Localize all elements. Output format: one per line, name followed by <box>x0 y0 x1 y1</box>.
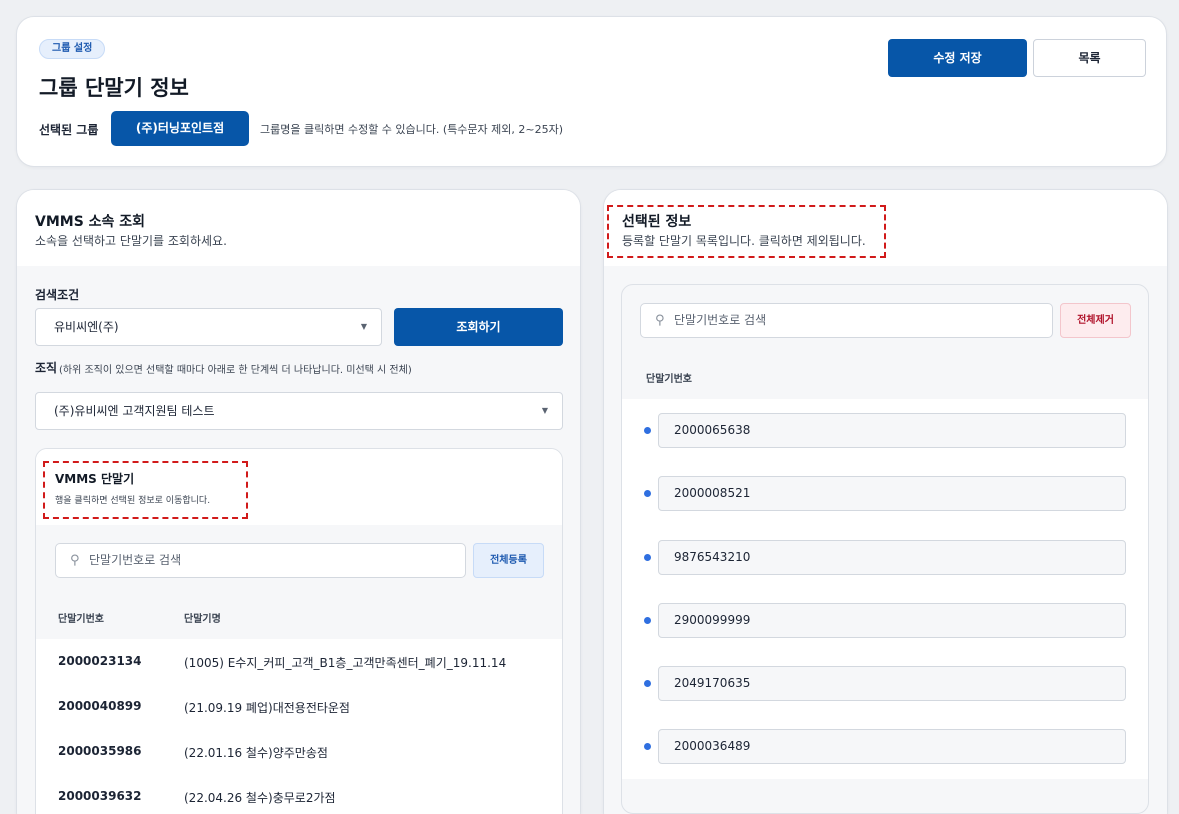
bullet-icon <box>644 617 651 624</box>
terminal-name: (22.01.16 철수)양주만송점 <box>184 746 328 760</box>
selected-info-panel: 선택된 정보 등록할 단말기 목록입니다. 클릭하면 제외됩니다. ⚲ 단말기번… <box>603 189 1168 814</box>
panel-title: 선택된 정보 <box>622 214 692 230</box>
list-item[interactable]: 2000065638 <box>622 413 1148 449</box>
terminal-number: 2000023134 <box>58 654 142 668</box>
vmms-terminal-box: VMMS 단말기 행을 클릭하면 선택된 정보로 이동합니다. ⚲ 단말기번호로… <box>35 448 563 814</box>
org-hint: (하위 조직이 있으면 선택할 때마다 아래로 한 단계씩 더 나타납니다. 미… <box>59 365 412 376</box>
column-header-number: 단말기번호 <box>58 614 104 625</box>
list-item[interactable]: 2900099999 <box>622 603 1148 639</box>
panel-subtitle: 소속을 선택하고 단말기를 조회하세요. <box>35 234 227 248</box>
bullet-icon <box>644 554 651 561</box>
column-header-number: 단말기번호 <box>646 374 692 385</box>
list-item[interactable]: 2000008521 <box>622 476 1148 512</box>
terminal-number: 2000039632 <box>58 789 142 803</box>
search-icon: ⚲ <box>70 553 80 568</box>
group-settings-badge: 그룹 설정 <box>39 39 106 59</box>
group-info-header: 그룹 설정 그룹 단말기 정보 선택된 그룹 (주)터닝포인트점 그룹명을 클릭… <box>16 16 1167 167</box>
list-button[interactable]: 목록 <box>1033 39 1146 77</box>
terminal-name: (21.09.19 폐업)대전용전타운점 <box>184 701 350 715</box>
selected-terminal-number: 2900099999 <box>658 603 1126 638</box>
terminal-table: 2000023134 (1005) E수지_커피_고객_B1층_고객만족센터_폐… <box>36 639 562 814</box>
clear-all-button[interactable]: 전체제거 <box>1060 303 1131 338</box>
terminal-search-input[interactable]: ⚲ 단말기번호로 검색 <box>55 543 466 578</box>
terminal-box-title: VMMS 단말기 <box>55 472 135 486</box>
caret-down-icon: ▼ <box>541 406 548 415</box>
page-title: 그룹 단말기 정보 <box>39 76 189 100</box>
bullet-icon <box>644 490 651 497</box>
terminal-name: (22.04.26 철수)충무로2가점 <box>184 791 336 805</box>
org-label: 조직 <box>35 361 58 375</box>
terminal-search-placeholder: 단말기번호로 검색 <box>89 553 182 567</box>
terminal-number: 2000040899 <box>58 699 142 713</box>
bullet-icon <box>644 427 651 434</box>
vmms-lookup-panel: VMMS 소속 조회 소속을 선택하고 단말기를 조회하세요. 검색조건 유비씨… <box>16 189 581 814</box>
list-item[interactable]: 2000036489 <box>622 729 1148 765</box>
panel-title: VMMS 소속 조회 <box>35 214 146 230</box>
search-condition-label: 검색조건 <box>35 288 80 302</box>
save-button[interactable]: 수정 저장 <box>888 39 1027 77</box>
selected-terminal-list: 2000065638 2000008521 9876543210 2900099… <box>622 399 1148 779</box>
table-row[interactable]: 2000035986 (22.01.16 철수)양주만송점 <box>36 729 562 774</box>
panel-subtitle: 등록할 단말기 목록입니다. 클릭하면 제외됩니다. <box>622 234 866 248</box>
search-condition-select[interactable]: 유비씨엔(주) ▼ <box>35 308 382 346</box>
panel-header: VMMS 소속 조회 소속을 선택하고 단말기를 조회하세요. <box>17 190 580 266</box>
terminal-box-header: VMMS 단말기 행을 클릭하면 선택된 정보로 이동합니다. <box>36 449 562 525</box>
selected-search-input[interactable]: ⚲ 단말기번호로 검색 <box>640 303 1053 338</box>
selected-terminal-number: 9876543210 <box>658 540 1126 575</box>
group-name-hint: 그룹명을 클릭하면 수정할 수 있습니다. (특수문자 제외, 2~25자) <box>260 123 564 136</box>
register-all-button[interactable]: 전체등록 <box>473 543 544 578</box>
search-icon: ⚲ <box>655 313 665 328</box>
terminal-number: 2000035986 <box>58 744 142 758</box>
search-condition-value: 유비씨엔(주) <box>54 320 119 334</box>
org-select[interactable]: (주)유비씨엔 고객지원팀 테스트 ▼ <box>35 392 563 430</box>
caret-down-icon: ▼ <box>360 322 367 331</box>
selected-search-placeholder: 단말기번호로 검색 <box>674 313 767 327</box>
search-button[interactable]: 조회하기 <box>394 308 563 346</box>
selected-group-label: 선택된 그룹 <box>39 123 99 137</box>
group-name-button[interactable]: (주)터닝포인트점 <box>111 111 249 146</box>
table-row[interactable]: 2000039632 (22.04.26 철수)충무로2가점 <box>36 774 562 814</box>
bullet-icon <box>644 743 651 750</box>
table-row[interactable]: 2000040899 (21.09.19 폐업)대전용전타운점 <box>36 684 562 729</box>
terminal-name: (1005) E수지_커피_고객_B1층_고객만족센터_폐기_19.11.14 <box>184 656 507 670</box>
panel-header: 선택된 정보 등록할 단말기 목록입니다. 클릭하면 제외됩니다. <box>604 190 1167 266</box>
list-item[interactable]: 9876543210 <box>622 540 1148 576</box>
selected-list-box: ⚲ 단말기번호로 검색 전체제거 단말기번호 2000065638 200000… <box>621 284 1149 814</box>
selected-terminal-number: 2000036489 <box>658 729 1126 764</box>
column-header-name: 단말기명 <box>184 614 221 625</box>
terminal-box-subtitle: 행을 클릭하면 선택된 정보로 이동합니다. <box>55 496 211 506</box>
list-item[interactable]: 2049170635 <box>622 666 1148 702</box>
table-row[interactable]: 2000023134 (1005) E수지_커피_고객_B1층_고객만족센터_폐… <box>36 639 562 684</box>
org-value: (주)유비씨엔 고객지원팀 테스트 <box>54 404 215 418</box>
selected-terminal-number: 2000065638 <box>658 413 1126 448</box>
bullet-icon <box>644 680 651 687</box>
selected-terminal-number: 2000008521 <box>658 476 1126 511</box>
selected-terminal-number: 2049170635 <box>658 666 1126 701</box>
